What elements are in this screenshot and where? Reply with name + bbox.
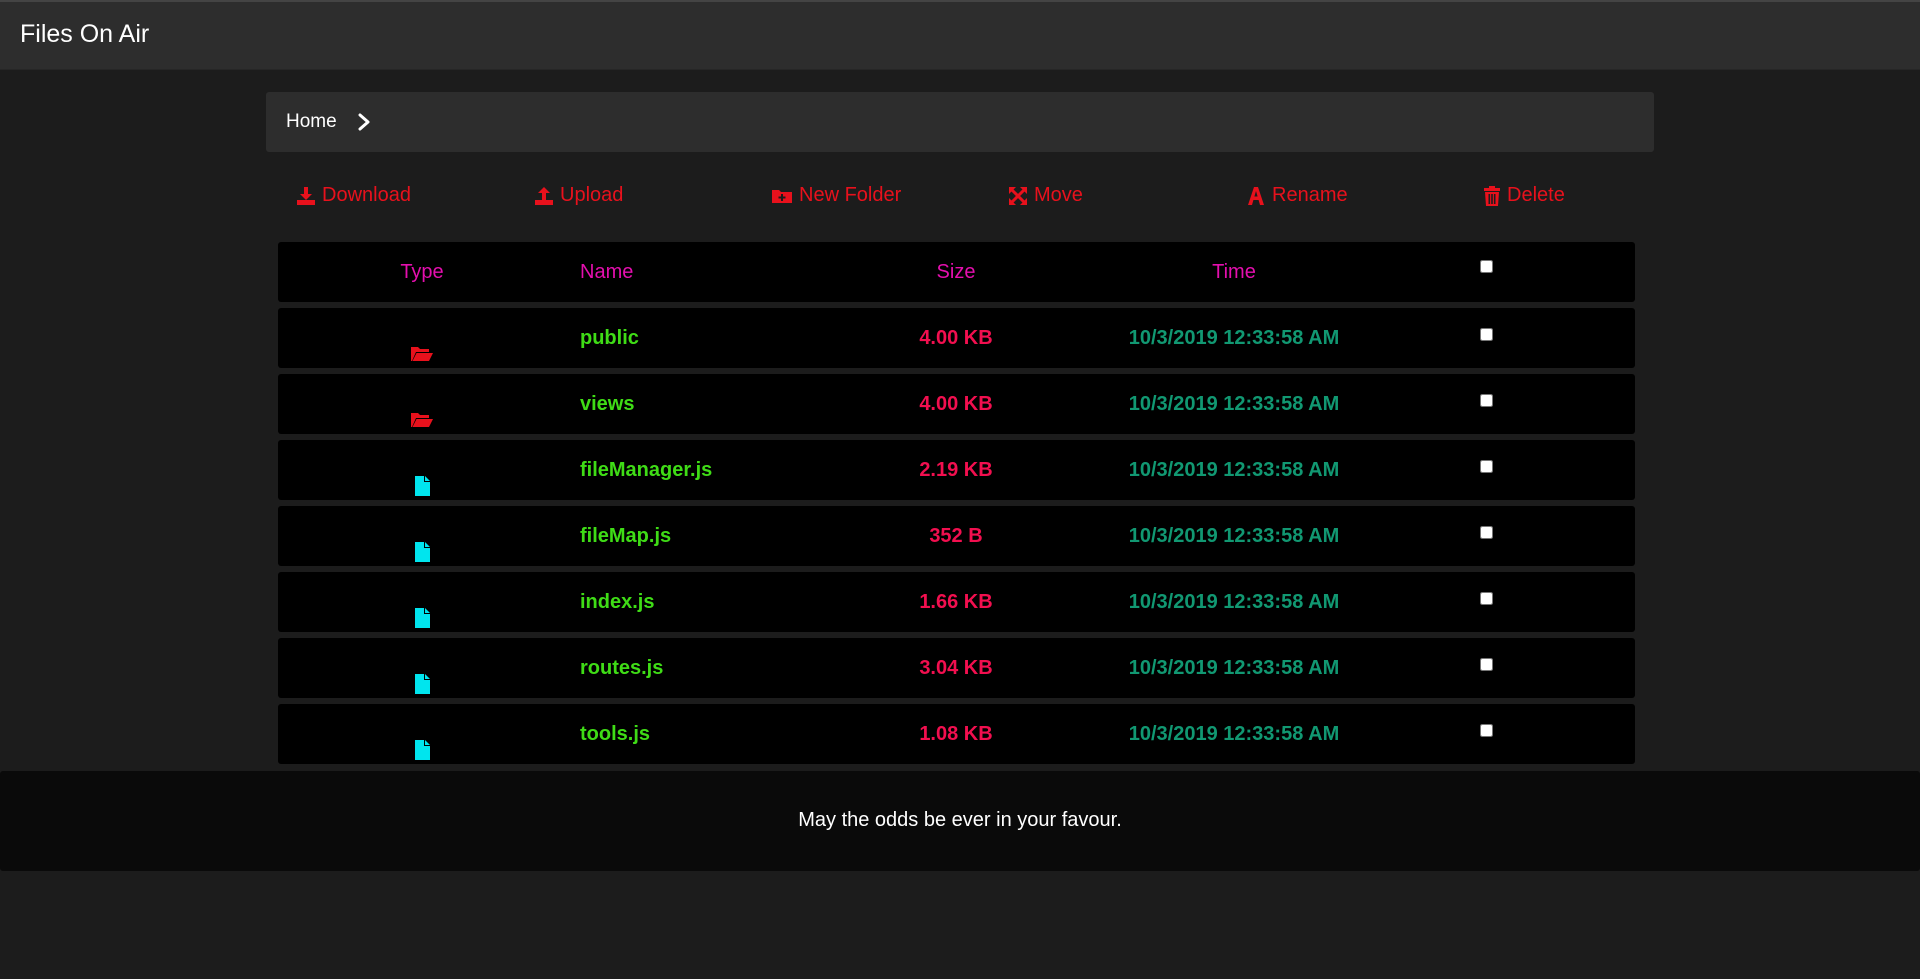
check-cell [1478, 374, 1498, 434]
file-icon [410, 526, 434, 562]
delete-button[interactable]: Delete [1483, 184, 1565, 207]
check-cell [1478, 704, 1498, 764]
check-cell [1478, 638, 1498, 698]
upload-label: Upload [560, 184, 624, 206]
type-cell [362, 572, 482, 632]
file-size: 1.08 KB [919, 723, 993, 745]
upload-button[interactable]: Upload [534, 184, 623, 207]
folder-plus-icon [772, 189, 792, 203]
file-time: 10/3/2019 12:33:58 AM [1128, 723, 1340, 745]
breadcrumb: Home [266, 92, 1654, 152]
download-icon [297, 186, 315, 205]
type-cell [362, 374, 482, 434]
row-checkbox[interactable] [1480, 658, 1493, 671]
table-row[interactable]: fileMap.js 352 B 10/3/2019 12:33:58 AM [278, 506, 1635, 566]
file-time: 10/3/2019 12:33:58 AM [1128, 657, 1340, 679]
select-all-checkbox[interactable] [1480, 260, 1493, 273]
header-name[interactable]: Name [580, 242, 880, 302]
file-size: 352 B [929, 525, 983, 547]
font-icon [1248, 186, 1264, 205]
table-row[interactable]: fileManager.js 2.19 KB 10/3/2019 12:33:58 … [278, 440, 1635, 500]
table-row[interactable]: index.js 1.66 KB 10/3/2019 12:33:58 AM [278, 572, 1635, 632]
type-cell [362, 506, 482, 566]
type-cell [362, 308, 482, 368]
table-row[interactable]: views 4.00 KB 10/3/2019 12:33:58 AM [278, 374, 1635, 434]
table-row[interactable]: tools.js 1.08 KB 10/3/2019 12:33:58 AM [278, 704, 1635, 764]
app-title[interactable]: Files On Air [20, 20, 149, 49]
file-icon [410, 592, 434, 628]
check-cell [1478, 440, 1498, 500]
trash-icon [1484, 185, 1500, 206]
rename-label: Rename [1272, 184, 1348, 206]
header-check-cell [1478, 242, 1498, 302]
upload-icon [535, 186, 553, 205]
file-name[interactable]: public [580, 308, 880, 368]
type-cell [362, 638, 482, 698]
delete-label: Delete [1507, 184, 1565, 206]
file-size: 4.00 KB [919, 327, 993, 349]
table-row[interactable]: public 4.00 KB 10/3/2019 12:33:58 AM [278, 308, 1635, 368]
file-icon [410, 724, 434, 760]
file-table: Type Name Size Time public 4.00 KB 10/3/20… [278, 242, 1635, 770]
download-button[interactable]: Download [296, 184, 411, 207]
arrows-alt-icon [1009, 186, 1027, 205]
rename-button[interactable]: Rename [1246, 184, 1348, 207]
navbar: Files On Air [0, 0, 1920, 70]
type-cell [362, 704, 482, 764]
toolbar: Download Upload New Folder Move Rename D… [266, 180, 1654, 214]
check-cell [1478, 308, 1498, 368]
header-time[interactable]: Time [1084, 242, 1384, 302]
new-folder-button[interactable]: New Folder [771, 184, 901, 207]
file-size: 4.00 KB [919, 393, 993, 415]
new-folder-label: New Folder [799, 184, 902, 206]
file-name[interactable]: routes.js [580, 638, 880, 698]
type-cell [362, 440, 482, 500]
file-time: 10/3/2019 12:33:58 AM [1128, 393, 1340, 415]
table-row[interactable]: routes.js 3.04 KB 10/3/2019 12:33:58 AM [278, 638, 1635, 698]
header-size[interactable]: Size [876, 242, 1036, 302]
footer: May the odds be ever in your favour. [0, 771, 1920, 871]
file-icon [410, 658, 434, 694]
file-name[interactable]: index.js [580, 572, 880, 632]
breadcrumb-home[interactable]: Home [286, 111, 337, 133]
row-checkbox[interactable] [1480, 724, 1493, 737]
check-cell [1478, 572, 1498, 632]
row-checkbox[interactable] [1480, 526, 1493, 539]
table-body: public 4.00 KB 10/3/2019 12:33:58 AM views 4… [278, 308, 1635, 764]
row-checkbox[interactable] [1480, 592, 1493, 605]
file-time: 10/3/2019 12:33:58 AM [1128, 327, 1340, 349]
file-time: 10/3/2019 12:33:58 AM [1128, 459, 1340, 481]
row-checkbox[interactable] [1480, 328, 1493, 341]
file-time: 10/3/2019 12:33:58 AM [1128, 525, 1340, 547]
file-name[interactable]: tools.js [580, 704, 880, 764]
file-size: 1.66 KB [919, 591, 993, 613]
file-name[interactable]: views [580, 374, 880, 434]
folder-open-icon [410, 328, 434, 361]
file-size: 2.19 KB [919, 459, 993, 481]
move-button[interactable]: Move [1008, 184, 1083, 207]
table-header-row: Type Name Size Time [278, 242, 1635, 302]
move-label: Move [1034, 184, 1083, 206]
chevron-right-icon [358, 113, 370, 131]
file-size: 3.04 KB [919, 657, 993, 679]
file-icon [410, 460, 434, 496]
header-type[interactable]: Type [362, 242, 482, 302]
row-checkbox[interactable] [1480, 460, 1493, 473]
check-cell [1478, 506, 1498, 566]
file-name[interactable]: fileManager.js [580, 440, 880, 500]
download-label: Download [322, 184, 411, 206]
row-checkbox[interactable] [1480, 394, 1493, 407]
footer-text: May the odds be ever in your favour. [798, 809, 1122, 831]
file-time: 10/3/2019 12:33:58 AM [1128, 591, 1340, 613]
file-name[interactable]: fileMap.js [580, 506, 880, 566]
folder-open-icon [410, 394, 434, 427]
